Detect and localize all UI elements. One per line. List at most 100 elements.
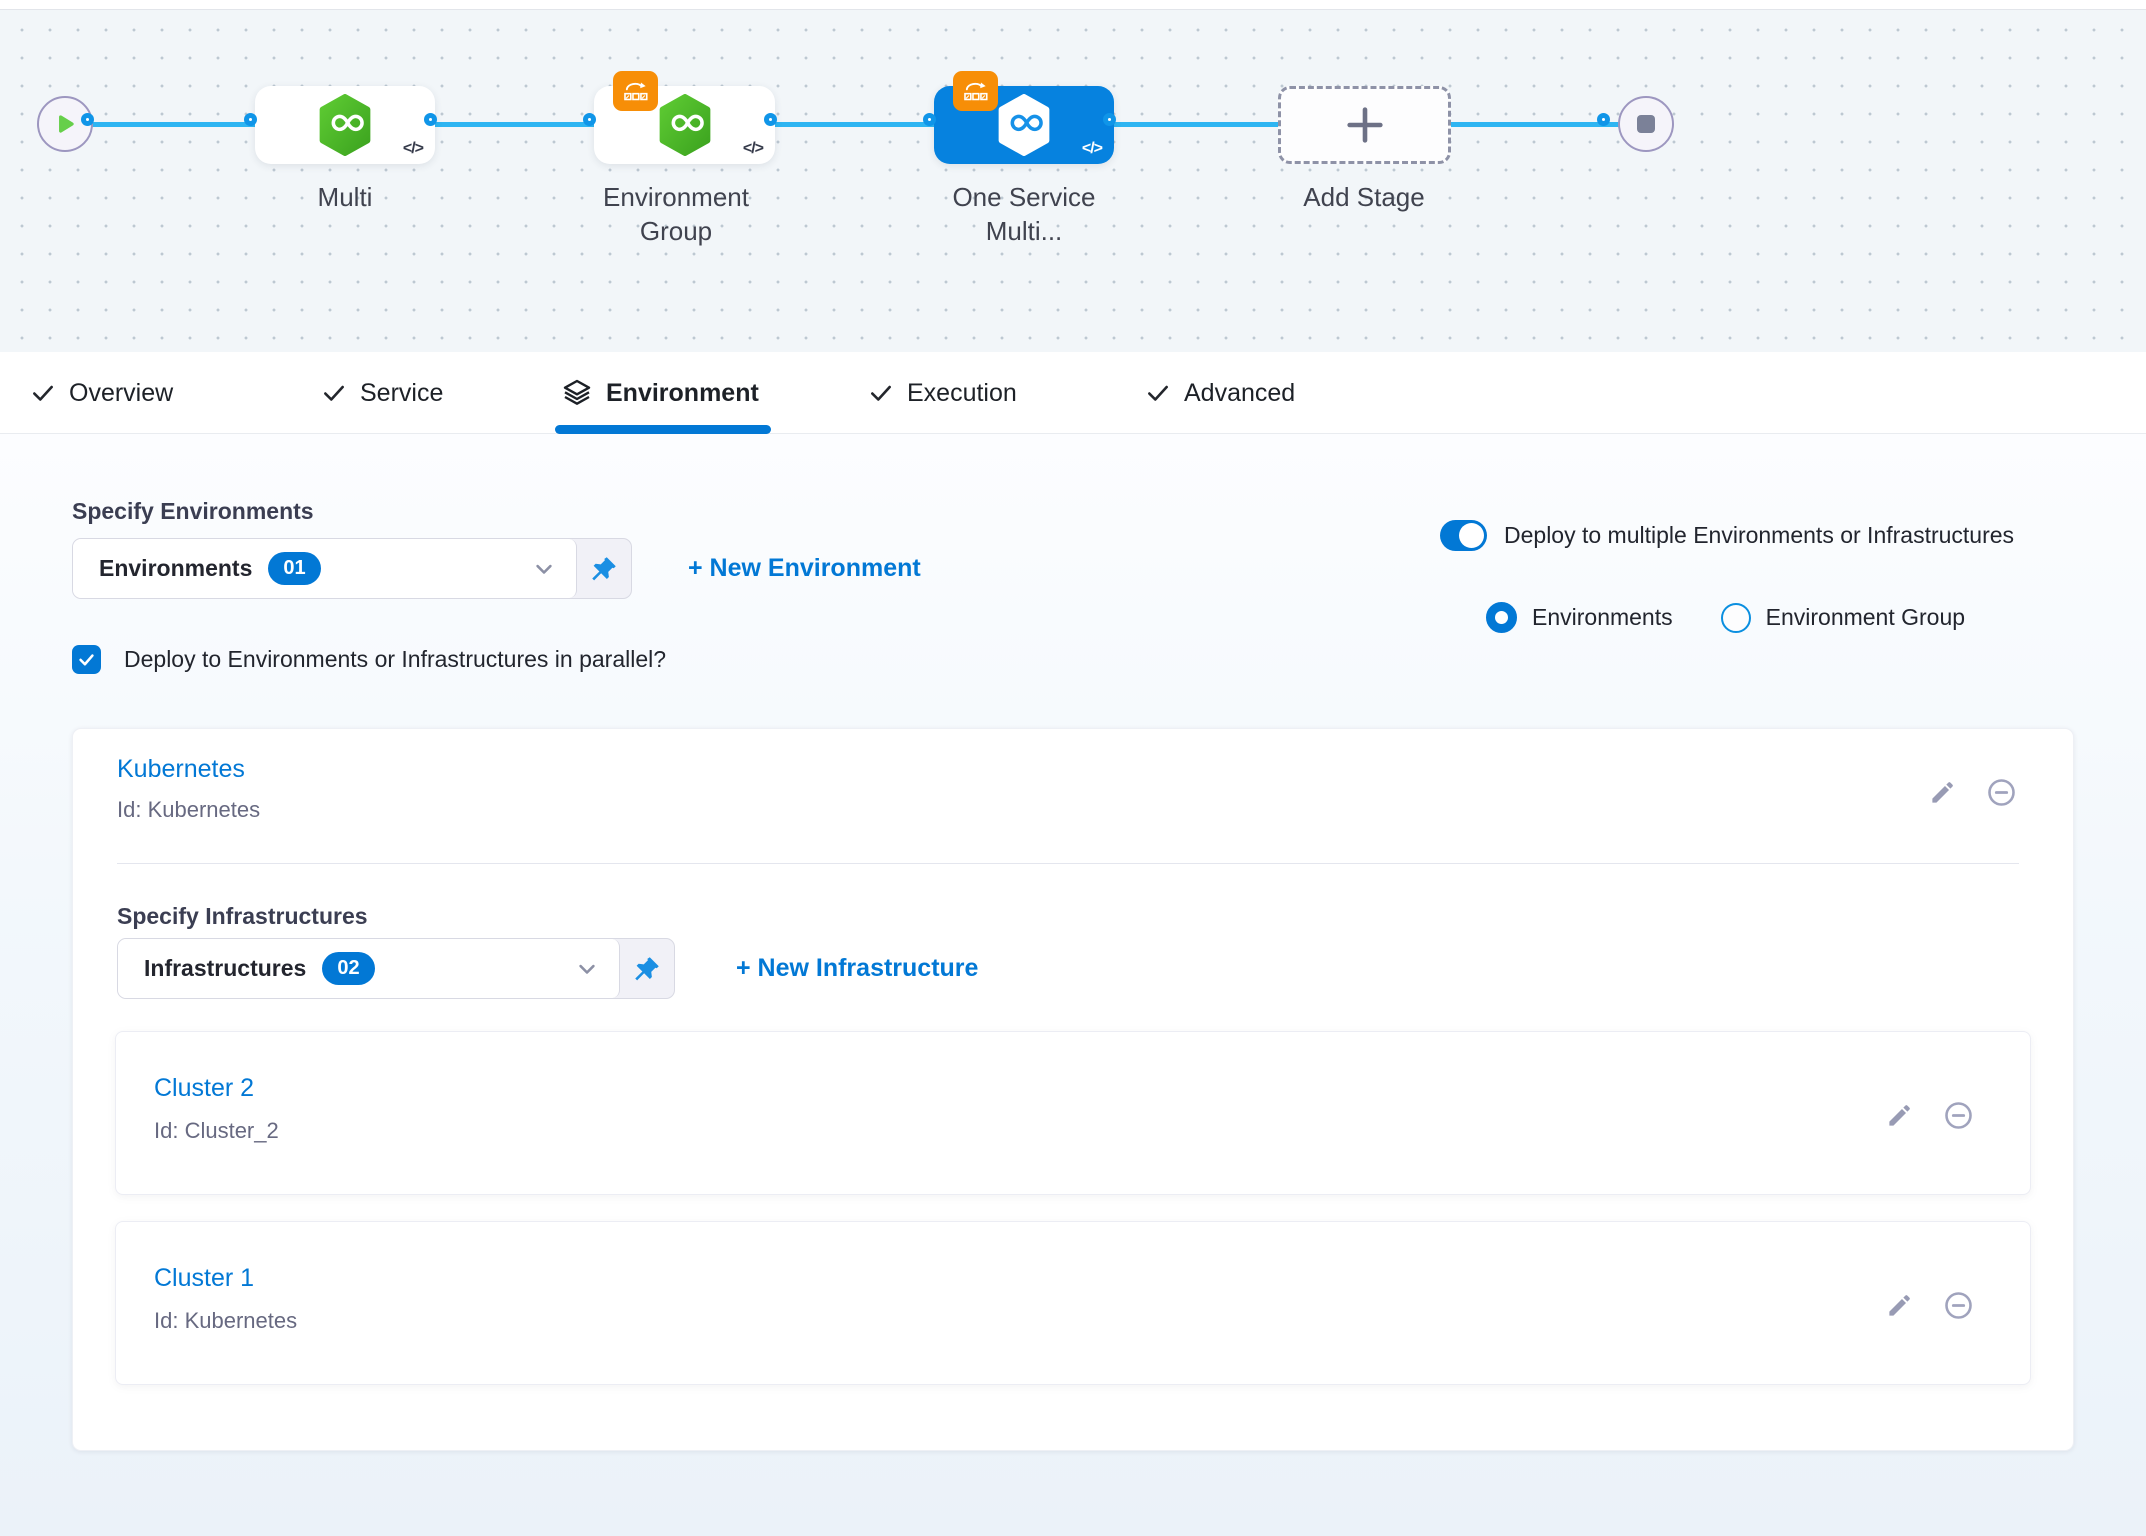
specify-environments-label: Specify Environments bbox=[72, 498, 314, 525]
pencil-icon bbox=[1929, 779, 1956, 806]
pin-icon bbox=[632, 954, 662, 984]
edit-environment-button[interactable] bbox=[1929, 779, 1956, 806]
stage-label: Environment Group bbox=[591, 180, 761, 248]
toggle-knob bbox=[1459, 523, 1484, 548]
pencil-icon bbox=[1886, 1102, 1913, 1129]
radio-environment-group[interactable] bbox=[1721, 603, 1751, 633]
deploy-stage-icon bbox=[656, 94, 714, 156]
chevron-down-icon bbox=[573, 955, 601, 983]
play-icon bbox=[52, 111, 78, 137]
chevron-down-icon bbox=[530, 555, 558, 583]
remove-infrastructure-button[interactable] bbox=[1943, 1290, 1974, 1321]
environments-dropdown[interactable]: Environments 01 bbox=[72, 538, 632, 599]
add-stage-label: Add Stage bbox=[1254, 180, 1474, 214]
environment-card-kubernetes: Kubernetes Id: Kubernetes Specify Infras… bbox=[72, 728, 2074, 1451]
minus-circle-icon bbox=[1943, 1100, 1974, 1131]
pipeline-end-node[interactable] bbox=[1618, 96, 1674, 152]
check-icon bbox=[868, 380, 894, 406]
tab-environment[interactable]: Environment bbox=[561, 352, 759, 434]
infrastructure-id-text: Id: Cluster_2 bbox=[154, 1118, 279, 1144]
connector-dot[interactable] bbox=[1597, 113, 1610, 126]
stage-card-multi[interactable]: </> bbox=[255, 86, 435, 164]
pin-runtime-input-button[interactable] bbox=[620, 939, 674, 998]
connector-dot[interactable] bbox=[764, 113, 777, 126]
infrastructures-count-badge: 02 bbox=[322, 952, 374, 985]
infrastructure-card-cluster-2: Cluster 2 Id: Cluster_2 bbox=[115, 1031, 2031, 1195]
remove-environment-button[interactable] bbox=[1986, 777, 2017, 808]
connector-dot[interactable] bbox=[424, 113, 437, 126]
tab-overview[interactable]: Overview bbox=[30, 352, 173, 434]
check-icon bbox=[77, 650, 96, 669]
infrastructure-card-cluster-1: Cluster 1 Id: Kubernetes bbox=[115, 1221, 2031, 1385]
pipeline-studio-page: </> Multi </> Environment Group bbox=[0, 0, 2146, 1536]
tab-label: Advanced bbox=[1184, 379, 1295, 408]
top-strip bbox=[0, 0, 2146, 10]
check-icon bbox=[321, 380, 347, 406]
new-infrastructure-link[interactable]: + New Infrastructure bbox=[736, 938, 978, 999]
check-icon bbox=[30, 380, 56, 406]
stage-yaml-glyph[interactable]: </> bbox=[403, 140, 423, 158]
add-stage-button[interactable] bbox=[1278, 86, 1451, 164]
tab-label: Execution bbox=[907, 379, 1017, 408]
remove-infrastructure-button[interactable] bbox=[1943, 1100, 1974, 1131]
environments-count-badge: 01 bbox=[268, 552, 320, 585]
minus-circle-icon bbox=[1986, 777, 2017, 808]
divider bbox=[117, 863, 2019, 864]
pin-icon bbox=[589, 554, 619, 584]
rolling-deployment-badge-icon bbox=[613, 71, 658, 111]
environment-id-text: Id: Kubernetes bbox=[117, 797, 260, 823]
stop-icon bbox=[1637, 115, 1655, 133]
tab-label: Service bbox=[360, 379, 443, 408]
infrastructure-name-link[interactable]: Cluster 2 bbox=[154, 1074, 254, 1103]
tab-label: Overview bbox=[69, 379, 173, 408]
parallel-deploy-row: Deploy to Environments or Infrastructure… bbox=[72, 645, 666, 674]
plus-icon bbox=[1342, 102, 1388, 148]
connector-dot[interactable] bbox=[81, 113, 94, 126]
edit-infrastructure-button[interactable] bbox=[1886, 1102, 1913, 1129]
connector-dot[interactable] bbox=[244, 113, 257, 126]
parallel-deploy-label: Deploy to Environments or Infrastructure… bbox=[124, 646, 666, 673]
specify-infrastructures-label: Specify Infrastructures bbox=[117, 903, 368, 930]
connector-dot[interactable] bbox=[583, 113, 596, 126]
parallel-deploy-checkbox[interactable] bbox=[72, 645, 101, 674]
stage-label: One Service Multi... bbox=[939, 180, 1109, 248]
stage-card-one-service-multi[interactable]: </> bbox=[934, 86, 1114, 164]
tab-advanced[interactable]: Advanced bbox=[1145, 352, 1295, 434]
infrastructure-actions bbox=[1886, 1100, 1974, 1131]
deploy-stage-icon-selected bbox=[995, 94, 1053, 156]
environment-actions bbox=[1929, 777, 2017, 808]
radio-environment-group-label: Environment Group bbox=[1766, 604, 1965, 631]
multi-env-toggle-row: Deploy to multiple Environments or Infra… bbox=[1440, 520, 2014, 551]
stage-tabbar: Overview Service Environment Execution A… bbox=[0, 352, 2146, 434]
connector-dot[interactable] bbox=[1103, 113, 1116, 126]
tab-service[interactable]: Service bbox=[321, 352, 443, 434]
infrastructure-name-link[interactable]: Cluster 1 bbox=[154, 1264, 254, 1293]
multi-env-toggle[interactable] bbox=[1440, 520, 1487, 551]
new-environment-link[interactable]: + New Environment bbox=[688, 538, 921, 599]
environment-name-link[interactable]: Kubernetes bbox=[117, 755, 245, 784]
edit-infrastructure-button[interactable] bbox=[1886, 1292, 1913, 1319]
environment-type-radio-group: Environments Environment Group bbox=[1486, 602, 1965, 633]
infrastructure-id-text: Id: Kubernetes bbox=[154, 1308, 297, 1334]
stage-label: Multi bbox=[235, 180, 455, 214]
pin-runtime-input-button[interactable] bbox=[577, 539, 631, 598]
infrastructure-actions bbox=[1886, 1290, 1974, 1321]
tab-label: Environment bbox=[606, 379, 759, 408]
pencil-icon bbox=[1886, 1292, 1913, 1319]
stage-card-environment-group[interactable]: </> bbox=[594, 86, 775, 164]
pipeline-canvas[interactable]: </> Multi </> Environment Group bbox=[0, 10, 2146, 352]
stage-yaml-glyph[interactable]: </> bbox=[743, 140, 763, 158]
connector-dot[interactable] bbox=[923, 113, 936, 126]
stage-yaml-glyph[interactable]: </> bbox=[1082, 140, 1102, 158]
rolling-deployment-badge-icon bbox=[953, 71, 998, 111]
tab-execution[interactable]: Execution bbox=[868, 352, 1017, 434]
deploy-stage-icon bbox=[316, 94, 374, 156]
environment-layers-icon bbox=[561, 377, 593, 409]
multi-env-toggle-label: Deploy to multiple Environments or Infra… bbox=[1504, 522, 2014, 549]
environment-tab-panel: Specify Environments Environments 01 + N… bbox=[0, 434, 2146, 1536]
radio-environments[interactable] bbox=[1486, 602, 1517, 633]
infrastructures-dropdown-value[interactable]: Infrastructures 02 bbox=[118, 939, 620, 998]
infrastructures-dropdown[interactable]: Infrastructures 02 bbox=[117, 938, 675, 999]
environments-dropdown-value[interactable]: Environments 01 bbox=[73, 539, 577, 598]
minus-circle-icon bbox=[1943, 1290, 1974, 1321]
